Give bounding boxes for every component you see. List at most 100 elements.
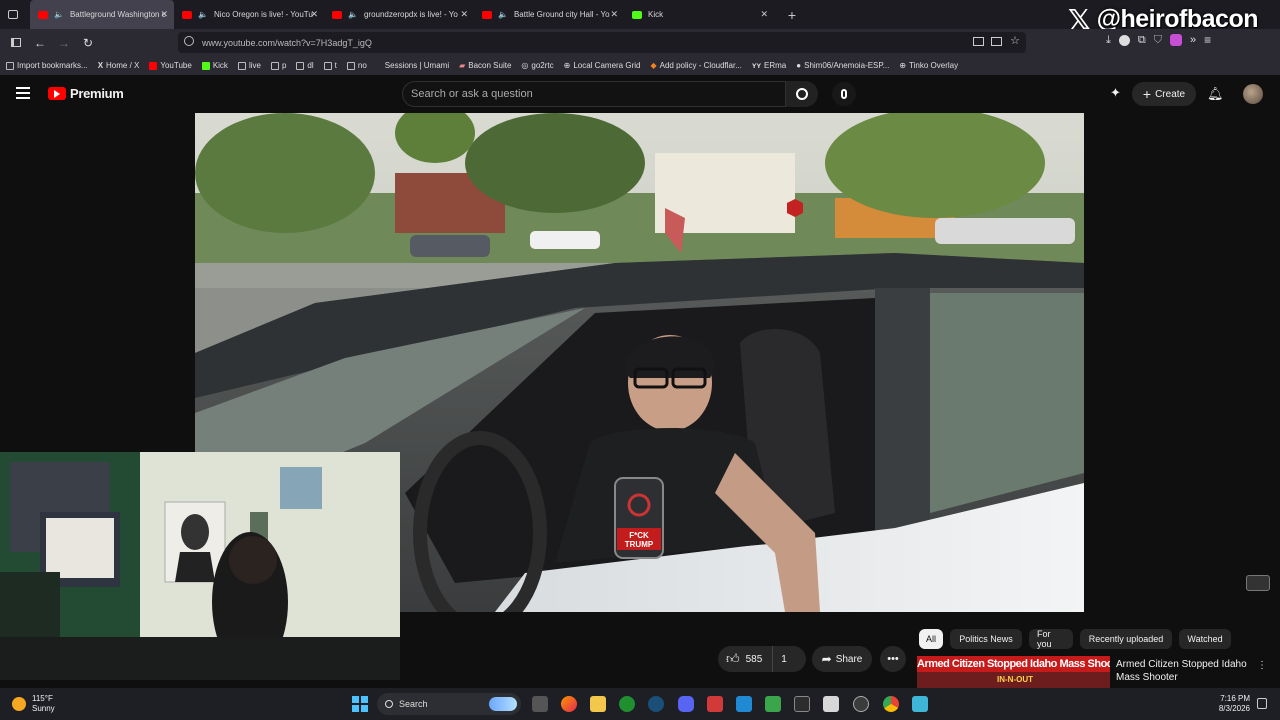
tab-overview-icon[interactable] xyxy=(0,0,26,29)
speaker-icon[interactable]: 🔈 xyxy=(198,10,208,19)
bookmark-folder-live[interactable]: live xyxy=(237,61,261,70)
system-clock[interactable]: 7:16 PM 8/3/2026 xyxy=(1208,694,1250,714)
new-tab-button[interactable]: + xyxy=(780,0,804,29)
downloads-icon[interactable]: ⤓ xyxy=(1106,34,1111,47)
voice-search-button[interactable] xyxy=(832,82,856,106)
like-button[interactable]: 👍︎ 585 xyxy=(718,646,774,672)
close-tab-icon[interactable]: ✕ xyxy=(310,9,318,20)
close-tab-icon[interactable]: ✕ xyxy=(610,9,618,20)
chip-for-you[interactable]: For you xyxy=(1029,629,1073,649)
speaker-icon[interactable]: 🔈 xyxy=(54,10,64,19)
file-explorer-icon[interactable] xyxy=(590,696,606,712)
obs-icon[interactable] xyxy=(853,696,869,712)
gemini-sparkle-icon[interactable]: ✦ xyxy=(1110,85,1121,101)
search-button[interactable] xyxy=(786,81,818,107)
folder-icon xyxy=(270,61,279,70)
recommendation-menu-icon[interactable]: ⋮ xyxy=(1257,660,1267,671)
profile-icon[interactable] xyxy=(1169,34,1182,46)
bookmark-import[interactable]: Import bookmarks... xyxy=(6,61,88,70)
close-tab-icon[interactable]: ✕ xyxy=(160,9,168,20)
bookmark-star-icon[interactable]: ☆ xyxy=(1010,34,1020,47)
youtube-play-icon xyxy=(48,87,66,100)
back-button[interactable]: ← xyxy=(28,31,52,55)
chip-politics-news[interactable]: Politics News xyxy=(950,629,1022,649)
tab-groundzeropdx[interactable]: 🔈 groundzeropdx is live! - Yo ✕ xyxy=(324,0,474,29)
chip-watched[interactable]: Watched xyxy=(1179,629,1231,649)
url-bar[interactable]: www.youtube.com/watch?v=7H3adgT_igQ ☆ xyxy=(178,32,1026,53)
tab-title: groundzeropdx is live! - Yo xyxy=(363,10,458,19)
avatar[interactable] xyxy=(1243,84,1263,104)
github-icon: ● xyxy=(796,61,802,70)
notepad-icon[interactable] xyxy=(912,696,928,712)
channel-watermark-icon[interactable] xyxy=(1246,575,1270,591)
youtube-favicon-icon xyxy=(149,61,158,70)
discord-icon[interactable] xyxy=(678,696,694,712)
create-button[interactable]: + Create xyxy=(1132,82,1196,106)
close-tab-icon[interactable]: ✕ xyxy=(460,9,468,20)
bookmark-github[interactable]: ● Shim06/Anemoia-ESP... xyxy=(796,61,889,70)
screenshot-icon[interactable] xyxy=(973,37,984,46)
more-tools-icon[interactable]: » xyxy=(1190,34,1196,46)
bookmark-go2rtc[interactable]: ◎ go2rtc xyxy=(521,61,553,70)
recommendation-thumbnail[interactable]: Armed Citizen Stopped Idaho Mass Shooter… xyxy=(917,656,1110,688)
notifications-bell-icon[interactable]: 🔔︎ xyxy=(1207,86,1224,102)
bookmark-camera-grid[interactable]: ⊕ Local Camera Grid xyxy=(564,61,641,70)
start-windows-icon[interactable] xyxy=(352,696,368,712)
search-input[interactable]: Search or ask a question xyxy=(402,81,786,107)
shield-icon[interactable]: ⛉ xyxy=(1154,34,1162,47)
bookmark-cloudflare[interactable]: ◆ Add policy - Cloudflar... xyxy=(650,61,741,70)
youtube-header: Premium Search or ask a question ✦ + Cre… xyxy=(0,75,1280,113)
speaker-icon[interactable]: 🔈 xyxy=(498,10,508,19)
media-player-icon[interactable] xyxy=(765,696,781,712)
chip-all[interactable]: All xyxy=(919,629,943,649)
site-info-icon[interactable] xyxy=(184,36,194,46)
app-red-icon[interactable] xyxy=(707,696,723,712)
bookmark-youtube[interactable]: YouTube xyxy=(149,61,192,70)
microphone-icon xyxy=(841,89,847,99)
vscode-icon[interactable] xyxy=(736,696,752,712)
tab-nico-oregon[interactable]: 🔈 Nico Oregon is live! - YouTu ✕ xyxy=(174,0,324,29)
bookmark-kick[interactable]: Kick xyxy=(201,61,228,70)
bookmark-folder-p[interactable]: p xyxy=(270,61,286,70)
forward-button[interactable]: → xyxy=(52,31,76,55)
bookmark-tinko[interactable]: ⊕ Tinko Overlay xyxy=(899,61,958,70)
app-window-icon[interactable] xyxy=(823,696,839,712)
bookmark-erma[interactable]: ʏʏ ERma xyxy=(752,61,786,70)
task-view-icon[interactable] xyxy=(532,696,548,712)
share-button[interactable]: ➦ Share xyxy=(812,646,872,672)
youtube-logo[interactable]: Premium xyxy=(48,86,124,101)
menu-icon[interactable]: ≡ xyxy=(1204,33,1211,47)
terminal-icon[interactable] xyxy=(794,696,810,712)
bookmark-folder-dl[interactable]: dl xyxy=(296,61,314,70)
bookmark-folder-t[interactable]: t xyxy=(323,61,337,70)
reload-button[interactable]: ↻ xyxy=(76,31,100,55)
more-actions-button[interactable]: ••• xyxy=(880,646,906,672)
tab-title: Battle Ground city Hall - Yo xyxy=(513,10,610,19)
pip-icon[interactable] xyxy=(991,37,1002,46)
weather-widget[interactable]: 115°F Sunny xyxy=(12,694,55,714)
guide-menu-icon[interactable] xyxy=(16,87,30,99)
webcam-frame xyxy=(0,452,400,680)
close-tab-icon[interactable]: ✕ xyxy=(760,9,768,20)
bookmark-home-x[interactable]: X Home / X xyxy=(98,61,140,70)
tab-battleground-washington[interactable]: 🔈 Battleground Washington c ✕ xyxy=(30,0,174,29)
dislike-button[interactable]: 1 xyxy=(773,646,795,672)
tab-kick[interactable]: Kick ✕ xyxy=(624,0,774,29)
speaker-icon[interactable]: 🔈 xyxy=(348,10,358,19)
recommendation-title[interactable]: Armed Citizen Stopped Idaho Mass Shooter xyxy=(1116,658,1248,684)
tab-battle-ground-city-hall[interactable]: 🔈 Battle Ground city Hall - Yo ✕ xyxy=(474,0,624,29)
extension-icon[interactable] xyxy=(1118,34,1130,46)
bookmark-umami[interactable]: Sessions | Umami xyxy=(385,61,449,70)
chip-recently-uploaded[interactable]: Recently uploaded xyxy=(1080,629,1172,649)
puzzle-icon[interactable]: ⧉ xyxy=(1138,34,1146,47)
chrome-icon[interactable] xyxy=(883,696,899,712)
bookmark-folder-no[interactable]: no xyxy=(346,61,367,70)
notification-center-icon[interactable] xyxy=(1257,698,1267,709)
sidebar-toggle-icon[interactable] xyxy=(4,31,28,55)
like-dislike-group: 👍︎ 585 1 xyxy=(718,646,806,672)
xbox-icon[interactable] xyxy=(619,696,635,712)
bookmark-bacon-suite[interactable]: ▰ Bacon Suite xyxy=(459,61,511,70)
steam-icon[interactable] xyxy=(648,696,664,712)
firefox-icon[interactable] xyxy=(561,696,577,712)
taskbar-search[interactable]: Search xyxy=(377,693,521,715)
